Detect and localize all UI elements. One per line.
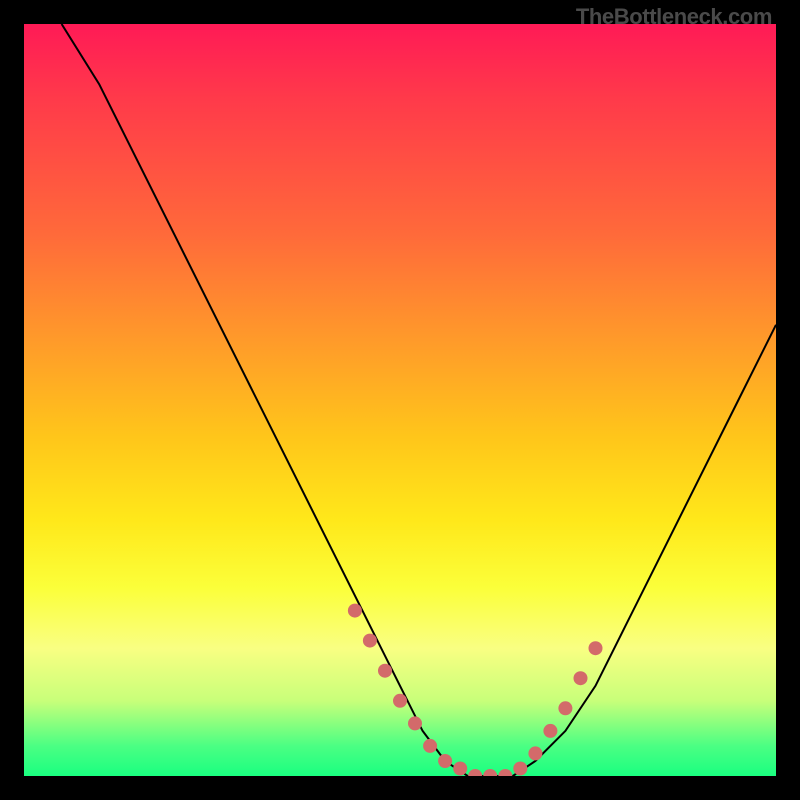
chart-stage: TheBottleneck.com (0, 0, 800, 800)
highlight-dot (558, 701, 572, 715)
highlight-dot (574, 671, 588, 685)
highlight-dot (438, 754, 452, 768)
highlight-dot (513, 762, 527, 776)
watermark-text: TheBottleneck.com (576, 4, 772, 30)
highlight-dot (589, 641, 603, 655)
highlight-dot (393, 694, 407, 708)
highlight-dot (363, 634, 377, 648)
highlight-dot (528, 746, 542, 760)
highlight-dot (348, 604, 362, 618)
highlight-dot (468, 769, 482, 776)
highlight-dot (408, 716, 422, 730)
highlight-dot (378, 664, 392, 678)
curve-layer (24, 24, 776, 776)
highlight-dot (498, 769, 512, 776)
highlight-dots (348, 604, 603, 776)
highlight-dot (483, 769, 497, 776)
highlight-dot (453, 762, 467, 776)
bottleneck-curve (62, 24, 776, 776)
highlight-dot (423, 739, 437, 753)
plot-area (24, 24, 776, 776)
highlight-dot (543, 724, 557, 738)
